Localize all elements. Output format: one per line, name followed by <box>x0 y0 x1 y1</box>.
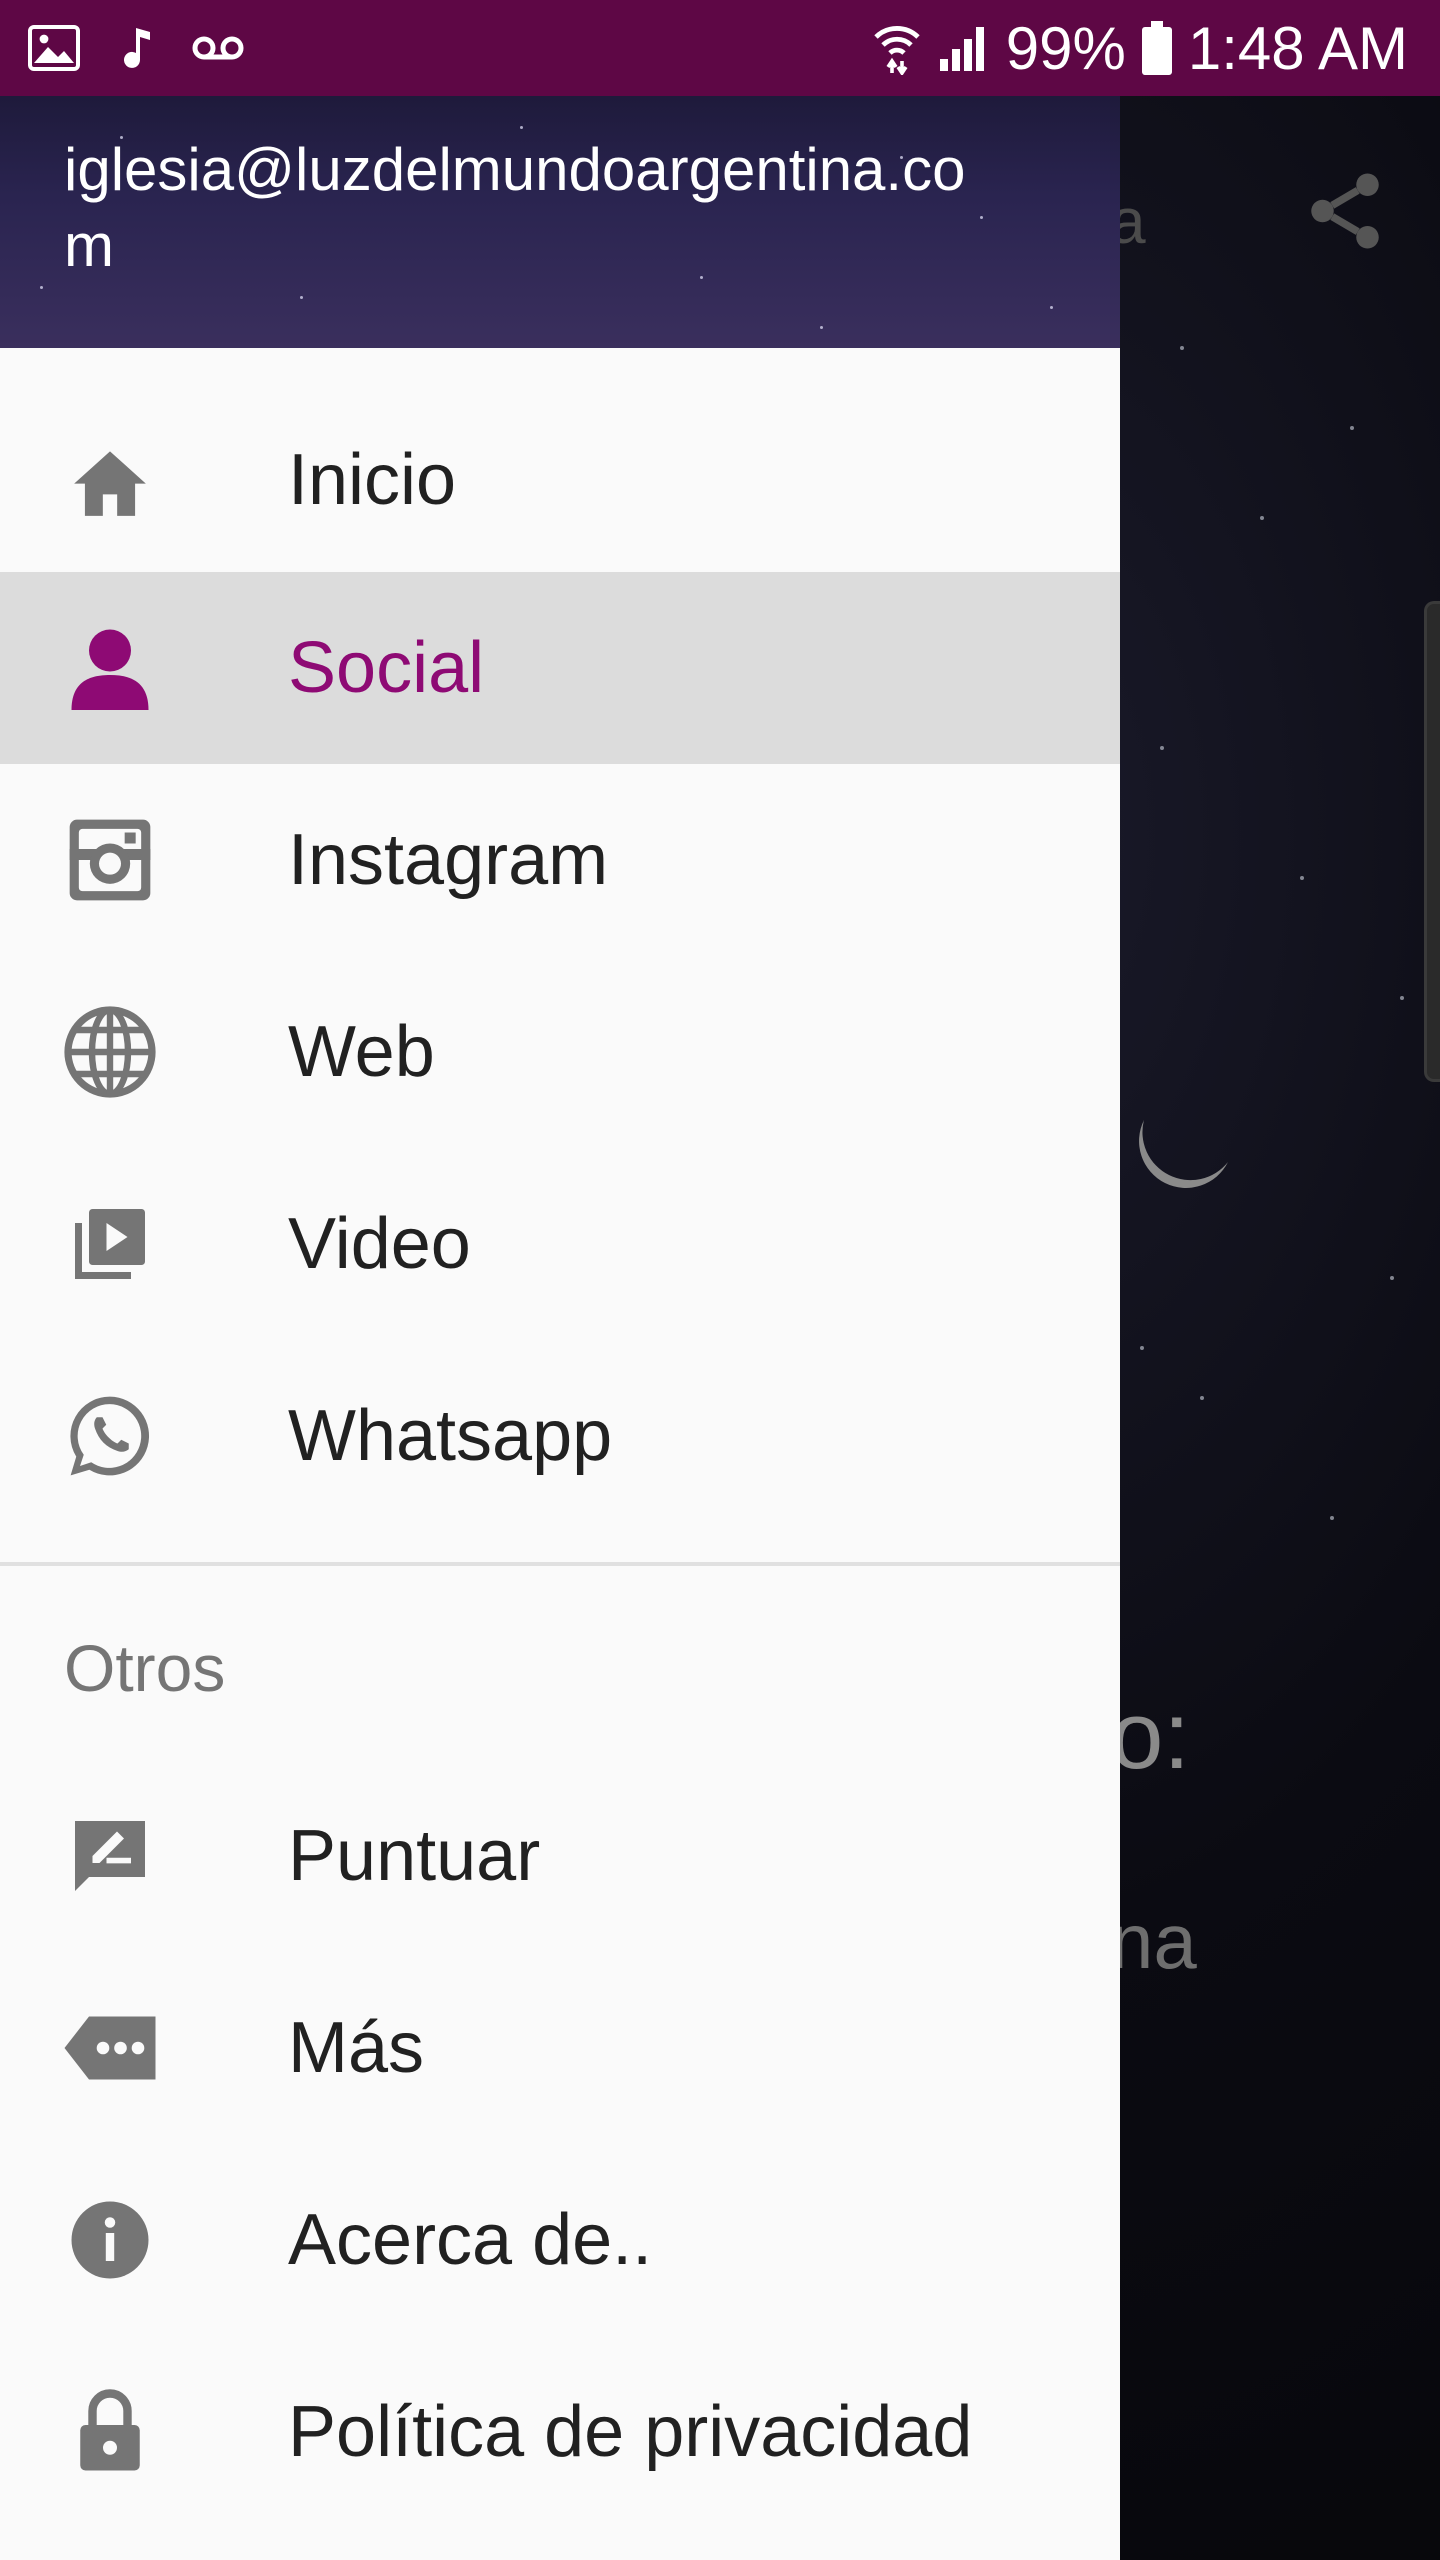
menu-item-video[interactable]: Video <box>0 1148 1120 1340</box>
menu-item-inicio[interactable]: Inicio <box>0 384 1120 576</box>
menu-item-label: Social <box>288 628 485 708</box>
menu-item-label: Puntuar <box>288 1816 541 1896</box>
section-title-otros: Otros <box>64 1631 226 1705</box>
more-label-icon <box>60 1998 160 2098</box>
share-icon[interactable] <box>1300 166 1390 256</box>
background-text-line2: na <box>1110 1897 1197 1985</box>
voicemail-icon <box>192 36 244 60</box>
gallery-icon <box>28 25 80 71</box>
menu-item-label: Instagram <box>288 820 609 900</box>
info-icon <box>60 2190 160 2290</box>
menu-item-label: Inicio <box>288 440 457 520</box>
menu-item-acerca[interactable]: Acerca de.. <box>0 2144 1120 2336</box>
menu-item-label: Más <box>288 2008 425 2088</box>
lock-icon <box>60 2382 160 2482</box>
menu-item-web[interactable]: Web <box>0 956 1120 1148</box>
wifi-icon <box>874 26 920 75</box>
navigation-drawer: iglesia@luzdelmundoargentina.com Inicio … <box>0 96 1120 2560</box>
moon-graphic <box>1139 1120 1228 1188</box>
menu-item-privacidad[interactable]: Política de privacidad <box>0 2336 1120 2528</box>
background-scroll-handle[interactable] <box>1424 601 1440 1082</box>
menu-item-instagram[interactable]: Instagram <box>0 764 1120 956</box>
battery-icon <box>1141 21 1172 75</box>
divider <box>0 1562 1120 1566</box>
menu-item-whatsapp[interactable]: Whatsapp <box>0 1340 1120 1532</box>
person-icon <box>60 618 160 718</box>
menu-item-puntuar[interactable]: Puntuar <box>0 1760 1120 1952</box>
drawer-header: iglesia@luzdelmundoargentina.com <box>0 96 1120 348</box>
account-email: iglesia@luzdelmundoargentina.com <box>64 136 966 279</box>
menu-item-label: Video <box>288 1204 471 1284</box>
video-library-icon <box>60 1194 160 1294</box>
rate-review-icon <box>60 1806 160 1906</box>
menu-item-social[interactable]: Social <box>0 572 1120 764</box>
whatsapp-icon <box>60 1386 160 1486</box>
background-text-line1: o: <box>1110 1682 1191 1789</box>
menu-item-label: Acerca de.. <box>288 2200 653 2280</box>
menu-item-mas[interactable]: Más <box>0 1952 1120 2144</box>
cell-signal-icon <box>939 27 984 71</box>
menu-item-label: Web <box>288 1012 435 1092</box>
menu-item-label: Política de privacidad <box>288 2392 973 2472</box>
battery-percent: 99% <box>1005 14 1126 82</box>
menu-item-label: Whatsapp <box>288 1396 613 1476</box>
clock: 1:48 AM <box>1187 14 1408 82</box>
home-icon <box>60 430 160 530</box>
status-bar: 99% 1:48 AM <box>0 0 1440 96</box>
music-note-icon <box>124 28 150 68</box>
instagram-icon <box>60 810 160 910</box>
globe-icon <box>60 1002 160 1102</box>
